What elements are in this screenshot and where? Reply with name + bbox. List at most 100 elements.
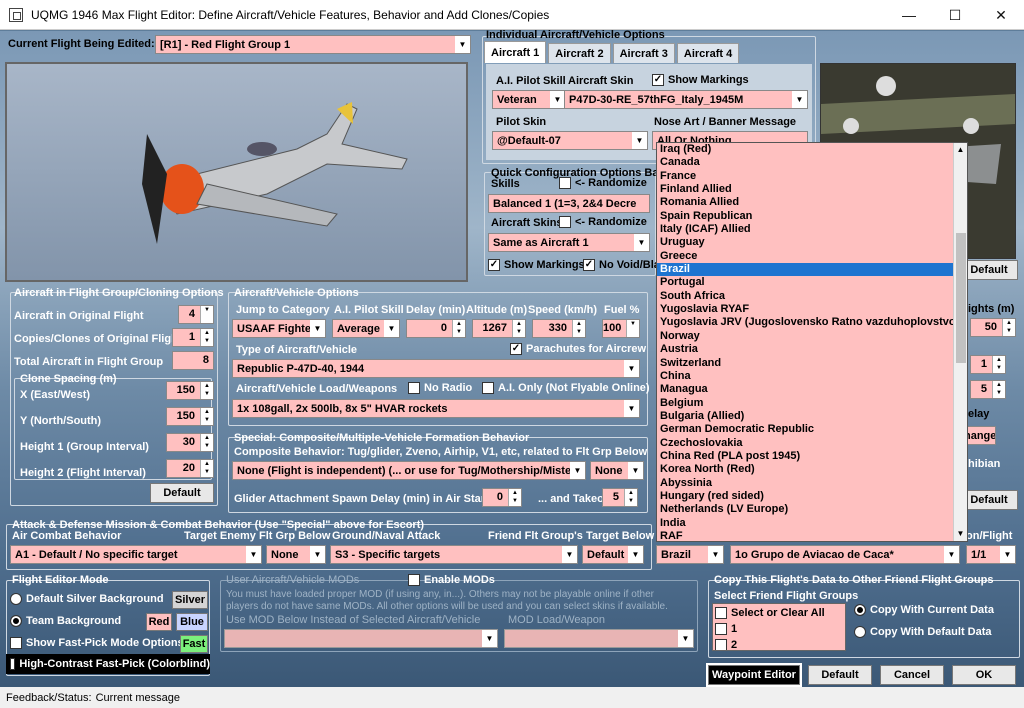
spinner-icon[interactable]: ▲ ▼ [200, 408, 213, 425]
silver-button[interactable]: Silver [172, 591, 208, 609]
scroll-up-icon[interactable]: ▲ [954, 143, 967, 157]
no-void-checkbox[interactable]: ✓ No Void/Bla [583, 259, 660, 271]
select-clear-all-checkbox[interactable]: Select or Clear All [713, 605, 845, 620]
right-value2-input[interactable]: 5 ▲ ▼ [970, 380, 1006, 399]
country-list-item[interactable]: Bulgaria (Allied) [657, 410, 967, 423]
country-list-item[interactable]: France [657, 170, 967, 183]
country-list-item[interactable]: Canada [657, 156, 967, 169]
spinner-icon[interactable]: ▲ ▼ [992, 356, 1005, 373]
country-list-item[interactable]: Austria [657, 343, 967, 356]
tab-aircraft-2[interactable]: Aircraft 2 [548, 43, 611, 63]
composite-target-select[interactable]: None ▼ [590, 461, 644, 480]
scroll-down-icon[interactable]: ▼ [954, 527, 967, 541]
country-list-item[interactable]: Greece [657, 250, 967, 263]
spinner-icon[interactable]: ▲ ▼ [200, 460, 213, 477]
country-list-item[interactable]: Abyssinia [657, 477, 967, 490]
skills-select[interactable]: Balanced 1 (1=3, 2&4 Decre [488, 194, 650, 213]
spinner-icon[interactable]: ▲ ▼ [624, 489, 637, 506]
x-spacing-input[interactable]: 150 ▲ ▼ [166, 381, 214, 400]
height2-input[interactable]: 20 ▲ ▼ [166, 459, 214, 478]
in-original-select[interactable]: 4 ▼ [178, 305, 214, 324]
red-button[interactable]: Red [146, 613, 172, 631]
country-list-item[interactable]: Czechoslovakia [657, 437, 967, 450]
country-list-item[interactable]: Uruguay [657, 236, 967, 249]
aircraft-skin-select[interactable]: P47D-30-RE_57thFG_Italy_1945M ▼ [564, 90, 808, 109]
country-list-item[interactable]: Netherlands (LV Europe) [657, 503, 967, 516]
flights-input[interactable]: 50 ▲ ▼ [970, 318, 1016, 337]
tab-aircraft-3[interactable]: Aircraft 3 [612, 43, 675, 63]
air-combat-select[interactable]: A1 - Default / No specific target ▼ [10, 545, 262, 564]
ai-only-checkbox[interactable]: A.I. Only (Not Flyable Online) [482, 382, 650, 394]
copy-current-radio[interactable]: Copy With Current Data [854, 604, 994, 616]
ok-button[interactable]: OK [952, 665, 1016, 685]
load-select[interactable]: 1x 108gall, 2x 500lb, 8x 5" HVAR rockets… [232, 399, 640, 418]
mod-load-select[interactable]: ▼ [504, 629, 694, 648]
spinner-icon[interactable]: ▲ ▼ [512, 320, 525, 337]
blue-button[interactable]: Blue [176, 613, 208, 631]
default-right2-button[interactable]: Default [960, 490, 1018, 510]
team-background-radio[interactable]: Team Background [10, 615, 121, 627]
skins-select[interactable]: Same as Aircraft 1 ▼ [488, 233, 650, 252]
mod-aircraft-select[interactable]: ▼ [224, 629, 498, 648]
spinner-icon[interactable]: ▲ ▼ [572, 320, 585, 337]
quick-show-markings-checkbox[interactable]: ✓ Show Markings [488, 259, 585, 271]
country-list-item[interactable]: Finland Allied [657, 183, 967, 196]
country-list-item[interactable]: German Democratic Republic [657, 423, 967, 436]
fast-button[interactable]: Fast [180, 635, 208, 653]
country-list-item[interactable]: Portugal [657, 276, 967, 289]
scrollbar-thumb[interactable] [956, 233, 966, 363]
high-contrast-checkbox[interactable]: High-Contrast Fast-Pick (Colorblind) [6, 654, 210, 674]
country-list-item[interactable]: Korea North (Red) [657, 463, 967, 476]
aircraft-type-select[interactable]: Republic P-47D-40, 1944 ▼ [232, 359, 640, 378]
ai-skill-select[interactable]: Veteran ▼ [492, 90, 566, 109]
copies-input[interactable]: 1 ▲ ▼ [172, 328, 214, 347]
fastpick-checkbox[interactable]: Show Fast-Pick Mode Options [10, 637, 184, 649]
country-list-item[interactable]: Italy (ICAF) Allied [657, 223, 967, 236]
waypoint-editor-button[interactable]: Waypoint Editor [706, 663, 802, 687]
spinner-icon[interactable]: ▲ ▼ [992, 381, 1005, 398]
country-list-item[interactable]: South Africa [657, 290, 967, 303]
jump-category-select[interactable]: USAAF Fighter ▼ [232, 319, 326, 338]
takeoff-input[interactable]: 5 ▲ ▼ [602, 488, 638, 507]
spinner-icon[interactable]: ▲ ▼ [200, 434, 213, 451]
composite-select[interactable]: None (Flight is independent) (... or use… [232, 461, 586, 480]
enable-mods-checkbox[interactable]: Enable MODs [408, 574, 495, 586]
tab-aircraft-4[interactable]: Aircraft 4 [676, 43, 740, 63]
pilot-skin-select[interactable]: @Default-07 ▼ [492, 131, 648, 150]
country-list-item[interactable]: Belgium [657, 397, 967, 410]
glider-delay-input[interactable]: 0 ▲ ▼ [482, 488, 522, 507]
friend-target-select[interactable]: Default ▼ [582, 545, 644, 564]
copy-default-radio[interactable]: Copy With Default Data [854, 626, 992, 638]
tab-aircraft-1[interactable]: Aircraft 1 [484, 41, 547, 63]
country-list-item[interactable]: China [657, 370, 967, 383]
ground-attack-select[interactable]: S3 - Specific targets ▼ [330, 545, 578, 564]
country-list-item[interactable]: India [657, 517, 967, 530]
y-spacing-input[interactable]: 150 ▲ ▼ [166, 407, 214, 426]
delay-input[interactable]: 0 ▲ ▼ [406, 319, 466, 338]
spinner-icon[interactable]: ▲ ▼ [200, 329, 213, 346]
randomize-skills-checkbox[interactable]: <- Randomize [559, 177, 647, 189]
country-list-item[interactable]: Norway [657, 330, 967, 343]
country-list-item[interactable]: RAF [657, 530, 967, 541]
no-radio-checkbox[interactable]: No Radio [408, 382, 472, 394]
country-list-item[interactable]: Managua [657, 383, 967, 396]
country-select[interactable]: Brazil ▼ [656, 545, 724, 564]
show-markings-checkbox[interactable]: ✓ Show Markings [652, 74, 749, 86]
fuel-select[interactable]: 100 ▼ [602, 319, 640, 338]
friend-group-2-checkbox[interactable]: 2 [713, 637, 845, 650]
country-list-item[interactable]: Spain Republican [657, 210, 967, 223]
right-value1-input[interactable]: 1 ▲ ▼ [970, 355, 1006, 374]
altitude-input[interactable]: 1267 ▲ ▼ [472, 319, 526, 338]
height1-input[interactable]: 30 ▲ ▼ [166, 433, 214, 452]
cancel-button[interactable]: Cancel [880, 665, 944, 685]
country-list-item[interactable]: Switzerland [657, 357, 967, 370]
friend-group-1-checkbox[interactable]: 1 [713, 621, 845, 636]
speed-input[interactable]: 330 ▲ ▼ [532, 319, 586, 338]
parachutes-checkbox[interactable]: ✓ Parachutes for Aircrew [510, 343, 646, 355]
country-dropdown-list[interactable]: Iraq (Red) Canada France Finland Allied Roma… [656, 142, 968, 542]
unit-select[interactable]: 1o Grupo de Aviacao de Caca* ▼ [730, 545, 960, 564]
friend-groups-list[interactable]: Select or Clear All 1 2 [712, 603, 846, 651]
country-list-item[interactable]: Iraq (Red) [657, 143, 967, 156]
close-button[interactable]: ✕ [978, 0, 1024, 30]
dropdown-scrollbar[interactable]: ▲ ▼ [953, 143, 967, 541]
